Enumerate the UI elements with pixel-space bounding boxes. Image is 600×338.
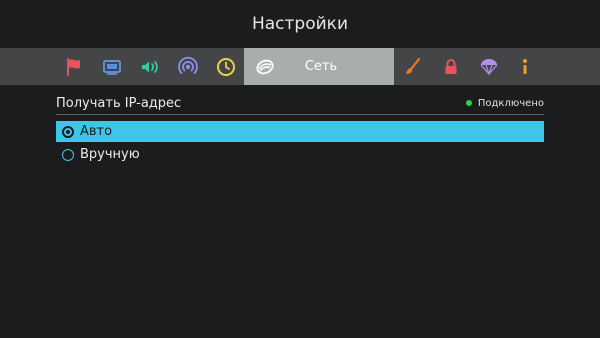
option-auto-label: Авто: [80, 124, 113, 139]
parachute-icon: [478, 56, 500, 78]
radio-unselected-icon: [62, 148, 74, 161]
section-divider: [56, 114, 544, 115]
tab-broadcast[interactable]: [169, 48, 207, 85]
connection-status: Подключено: [465, 97, 544, 109]
tab-parachute[interactable]: [470, 48, 508, 85]
tab-network-label: Сеть: [304, 59, 338, 74]
option-manual[interactable]: Вручную: [56, 144, 544, 165]
ip-address-section-header: Получать IP-адрес Подключено: [56, 93, 544, 113]
option-auto[interactable]: Авто: [56, 121, 544, 142]
section-title: Получать IP-адрес: [56, 95, 182, 111]
tv-icon: [101, 56, 123, 78]
tab-appearance[interactable]: [394, 48, 432, 85]
tab-sound[interactable]: [131, 48, 169, 85]
option-manual-label: Вручную: [80, 147, 140, 162]
tab-network[interactable]: Сеть: [244, 48, 394, 85]
page-title: Настройки: [0, 0, 600, 48]
sound-icon: [139, 56, 161, 78]
tab-security[interactable]: [432, 48, 470, 85]
flag-icon: [63, 56, 85, 78]
tab-tv[interactable]: [93, 48, 131, 85]
radio-selected-icon: [62, 125, 74, 138]
clock-icon: [215, 56, 237, 78]
tab-info[interactable]: [506, 48, 544, 85]
tab-flag[interactable]: [55, 48, 93, 85]
status-text: Подключено: [477, 97, 544, 109]
status-dot-icon: [465, 100, 472, 106]
network-icon: [248, 56, 282, 78]
settings-tab-bar: Сеть: [0, 48, 600, 85]
lock-icon: [440, 56, 462, 78]
broadcast-icon: [177, 56, 199, 78]
tab-clock[interactable]: [207, 48, 245, 85]
page-title-text: Настройки: [251, 14, 348, 34]
brush-icon: [402, 56, 424, 78]
info-icon: [514, 56, 536, 78]
